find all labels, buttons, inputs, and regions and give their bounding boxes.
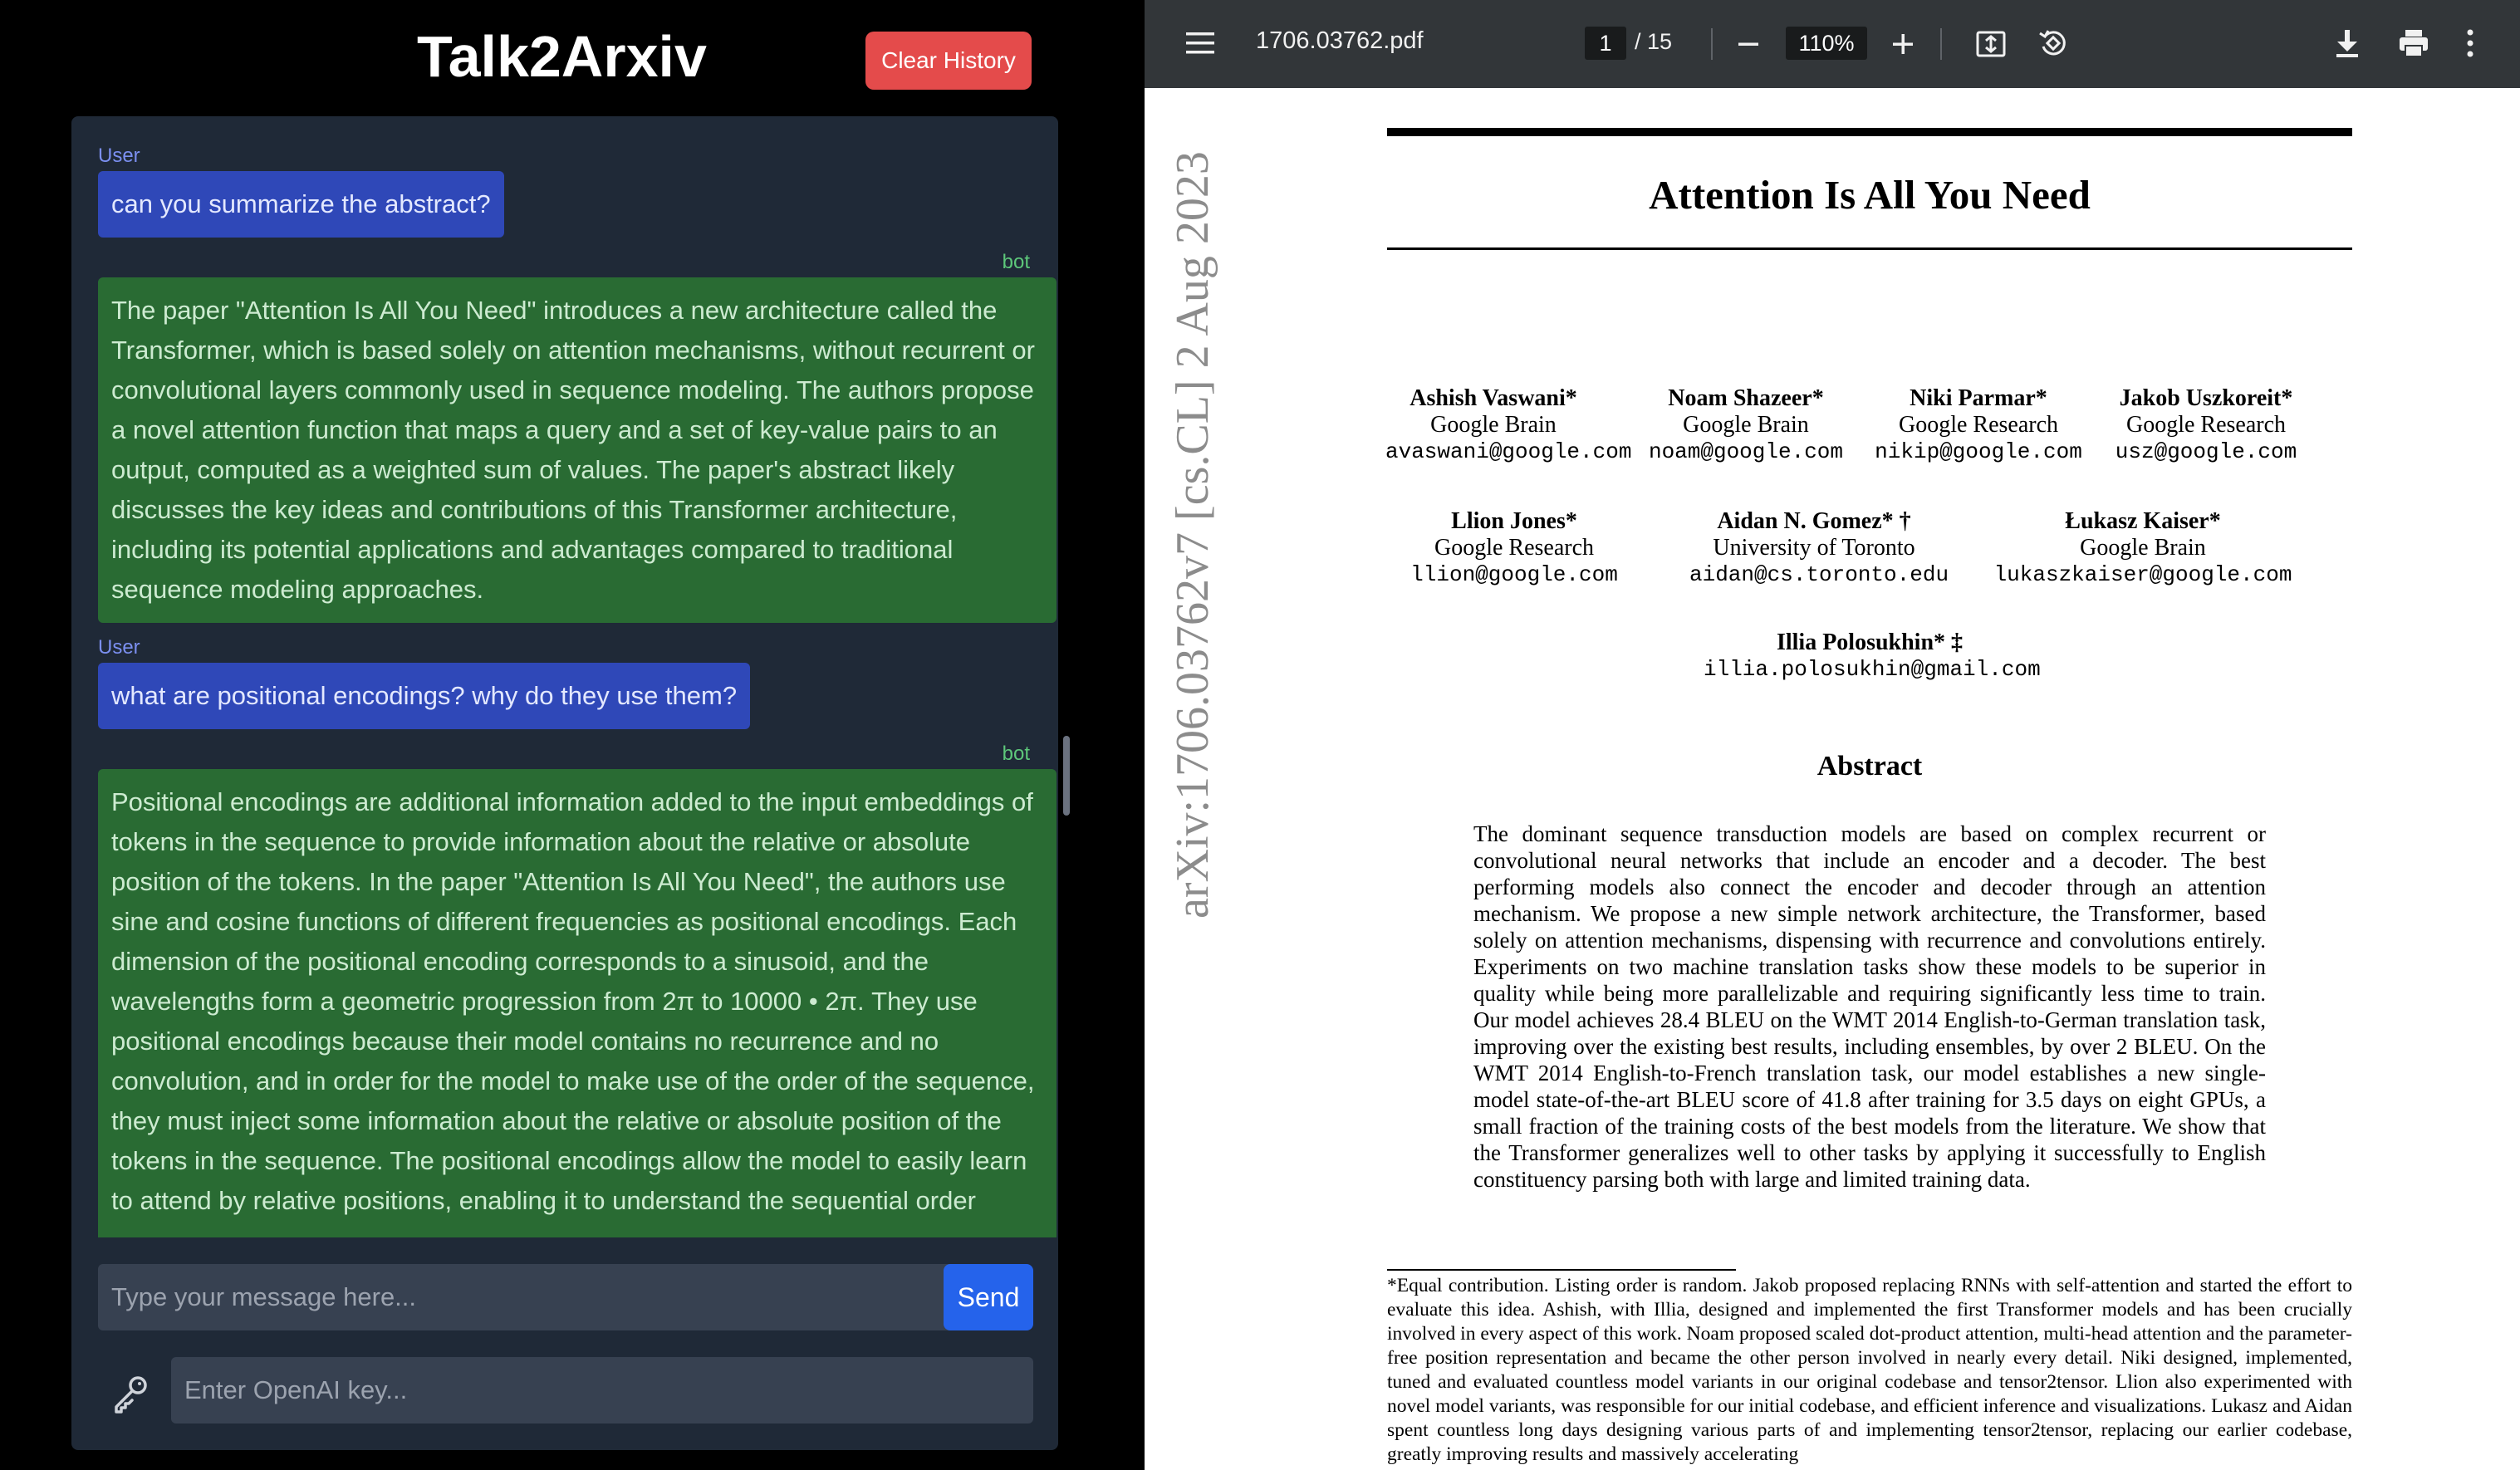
author-block: Jakob Uszkoreit* Google Research usz@goo…: [2098, 385, 2314, 465]
zoom-in-icon[interactable]: [1889, 30, 1917, 62]
author-affiliation: Google Brain: [1430, 412, 1557, 438]
author-affiliation: University of Toronto: [1713, 535, 1915, 561]
pdf-viewer: 1706.03762.pdf 1 / 15 110% Attention Is …: [1145, 0, 2520, 1470]
author-block: Ashish Vaswani* Google Brain avaswani@go…: [1385, 385, 1632, 465]
message-input[interactable]: [98, 1264, 988, 1330]
author-name: Aidan N. Gomez* †: [1717, 508, 1911, 534]
paper-title: Attention Is All You Need: [1649, 172, 2091, 218]
chat-panel: User can you summarize the abstract? bot…: [71, 116, 1058, 1450]
toolbar-divider: [1940, 28, 1942, 60]
author-email: llion@google.com: [1410, 562, 1618, 587]
zoom-level[interactable]: 110%: [1786, 27, 1867, 60]
user-label: User: [98, 636, 140, 659]
user-message: what are positional encodings? why do th…: [98, 663, 751, 729]
author-name: Ashish Vaswani*: [1410, 385, 1577, 411]
author-name: Illia Polosukhin* ‡: [1776, 630, 1964, 655]
author-name: Noam Shazeer*: [1668, 385, 1824, 411]
author-email: nikip@google.com: [1875, 439, 2082, 464]
page-total: / 15: [1635, 29, 1673, 54]
author-email: noam@google.com: [1648, 439, 1844, 464]
author-block: Llion Jones* Google Research llion@googl…: [1394, 508, 1635, 588]
author-name: Jakob Uszkoreit*: [2119, 385, 2293, 411]
page-number-input[interactable]: 1: [1585, 27, 1626, 60]
bot-label: bot: [1002, 251, 1030, 273]
author-affiliation: Google Research: [1434, 535, 1595, 561]
author-name: Łukasz Kaiser*: [2065, 508, 2221, 534]
toolbar-divider: [1711, 28, 1713, 60]
fit-page-icon[interactable]: [1975, 28, 2007, 64]
author-affiliation: Google Research: [1898, 412, 2059, 438]
author-email: avaswani@google.com: [1385, 439, 1632, 464]
author-email: usz@google.com: [2115, 439, 2297, 464]
footnote-text: *Equal contribution. Listing order is ra…: [1387, 1275, 2352, 1465]
author-block: Noam Shazeer* Google Brain noam@google.c…: [1638, 385, 1854, 465]
menu-icon[interactable]: [1184, 28, 1216, 62]
author-affiliation: Google Brain: [2080, 535, 2206, 561]
author-block: Niki Parmar* Google Research nikip@googl…: [1870, 385, 2086, 465]
user-message: can you summarize the abstract?: [98, 171, 504, 238]
abstract-heading: Abstract: [1816, 751, 1923, 782]
author-block: Aidan N. Gomez* † University of Toronto …: [1689, 508, 1949, 588]
user-label: User: [98, 145, 140, 167]
more-options-icon[interactable]: [2465, 28, 2475, 62]
author-affiliation: Google Brain: [1683, 412, 1809, 438]
download-icon[interactable]: [2332, 27, 2362, 64]
author-name: Llion Jones*: [1451, 508, 1577, 534]
bot-label: bot: [1002, 742, 1030, 765]
author-block: Illia Polosukhin* ‡ illia.polosukhin@gma…: [1704, 630, 2041, 683]
pdf-page[interactable]: Attention Is All You Need arXiv:1706.037…: [1145, 88, 2520, 1470]
message-list[interactable]: User can you summarize the abstract? bot…: [71, 116, 1058, 1237]
screen: Talk2Arxiv Clear History User can you su…: [0, 0, 2520, 1470]
zoom-out-icon[interactable]: [1734, 30, 1763, 62]
author-email: lukaszkaiser@google.com: [1993, 562, 2292, 587]
title-rule-bottom: [1387, 247, 2352, 250]
chat-scrollbar[interactable]: [1063, 736, 1070, 816]
title-rule-top: [1387, 128, 2352, 136]
author-affiliation: Google Research: [2125, 412, 2287, 438]
author-name: Niki Parmar*: [1910, 385, 2047, 411]
chat-app: Talk2Arxiv Clear History User can you su…: [0, 0, 1145, 1470]
app-title: Talk2Arxiv: [417, 24, 707, 89]
pdf-filename: 1706.03762.pdf: [1256, 27, 1424, 54]
author-email: illia.polosukhin@gmail.com: [1704, 657, 2041, 682]
pdf-toolbar: 1706.03762.pdf 1 / 15 110%: [1145, 0, 2520, 88]
print-icon[interactable]: [2397, 27, 2430, 64]
clear-history-button[interactable]: Clear History: [865, 32, 1032, 90]
send-button[interactable]: Send: [944, 1264, 1033, 1330]
footnote-rule: [1387, 1269, 1736, 1271]
arxiv-stamp: arXiv:1706.03762v7 [cs.CL] 2 Aug 2023: [1167, 151, 1218, 919]
bot-message: Positional encodings are additional info…: [98, 769, 1057, 1237]
rotate-icon[interactable]: [2037, 27, 2070, 64]
key-icon: [106, 1369, 156, 1419]
author-block: Łukasz Kaiser* Google Brain lukaszkaiser…: [1992, 508, 2294, 588]
openai-key-input[interactable]: [171, 1357, 1033, 1423]
bot-message: The paper "Attention Is All You Need" in…: [98, 277, 1057, 623]
author-email: aidan@cs.toronto.edu: [1689, 562, 1949, 587]
abstract-text: The dominant sequence transduction model…: [1473, 821, 2266, 1192]
